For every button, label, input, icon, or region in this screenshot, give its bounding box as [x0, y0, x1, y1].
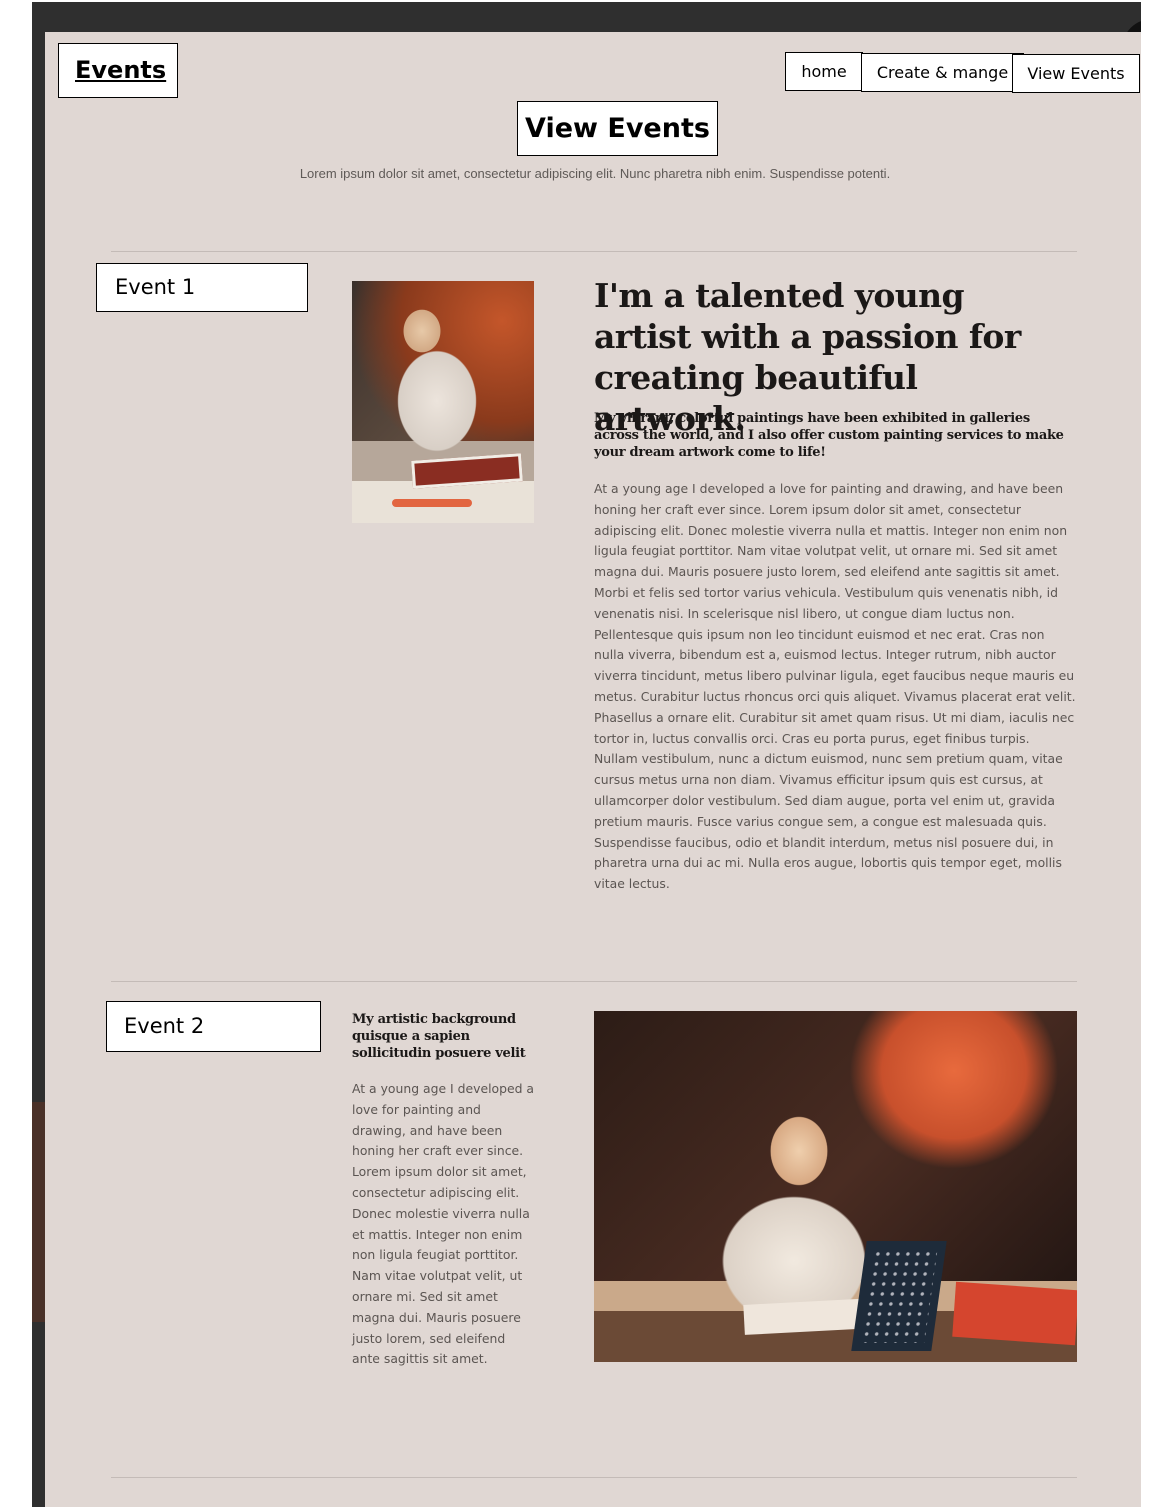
section-divider [111, 1477, 1077, 1478]
section-divider [111, 251, 1077, 252]
intro-text: Lorem ipsum dolor sit amet, consectetur … [299, 166, 891, 181]
red-book [952, 1281, 1077, 1346]
event-2-label[interactable]: Event 2 [106, 1001, 321, 1052]
event-1-label[interactable]: Event 1 [96, 263, 308, 312]
event-2-photo [594, 1011, 1077, 1362]
section-divider [111, 981, 1077, 982]
event-2-body: At a young age I developed a love for pa… [352, 1081, 534, 1367]
artwork-canvas [411, 453, 523, 489]
event-1-body: At a young age I developed a love for pa… [594, 481, 1076, 892]
page-title-text: View Events [525, 113, 710, 144]
event-2-heading: My artistic background quisque a sapien … [352, 1012, 526, 1061]
brand-label: Events [75, 56, 167, 84]
event-2-label-text: Event 2 [124, 1014, 205, 1038]
nav-view-events-button[interactable]: View Events [1012, 54, 1140, 93]
pencil-cup [851, 1241, 947, 1351]
nav-home-button[interactable]: home [785, 52, 863, 91]
nav-create-manage-button[interactable]: Create & mange [861, 53, 1024, 92]
paint-stroke [392, 499, 472, 507]
event-1-photo [352, 281, 534, 523]
event-1-label-text: Event 1 [115, 275, 196, 299]
page-title: View Events [517, 101, 718, 156]
brand-logo[interactable]: Events [58, 43, 178, 98]
background-decoration [32, 1102, 46, 1322]
event-1-subheading: My vibrant, colorful paintings have been… [594, 411, 1064, 460]
